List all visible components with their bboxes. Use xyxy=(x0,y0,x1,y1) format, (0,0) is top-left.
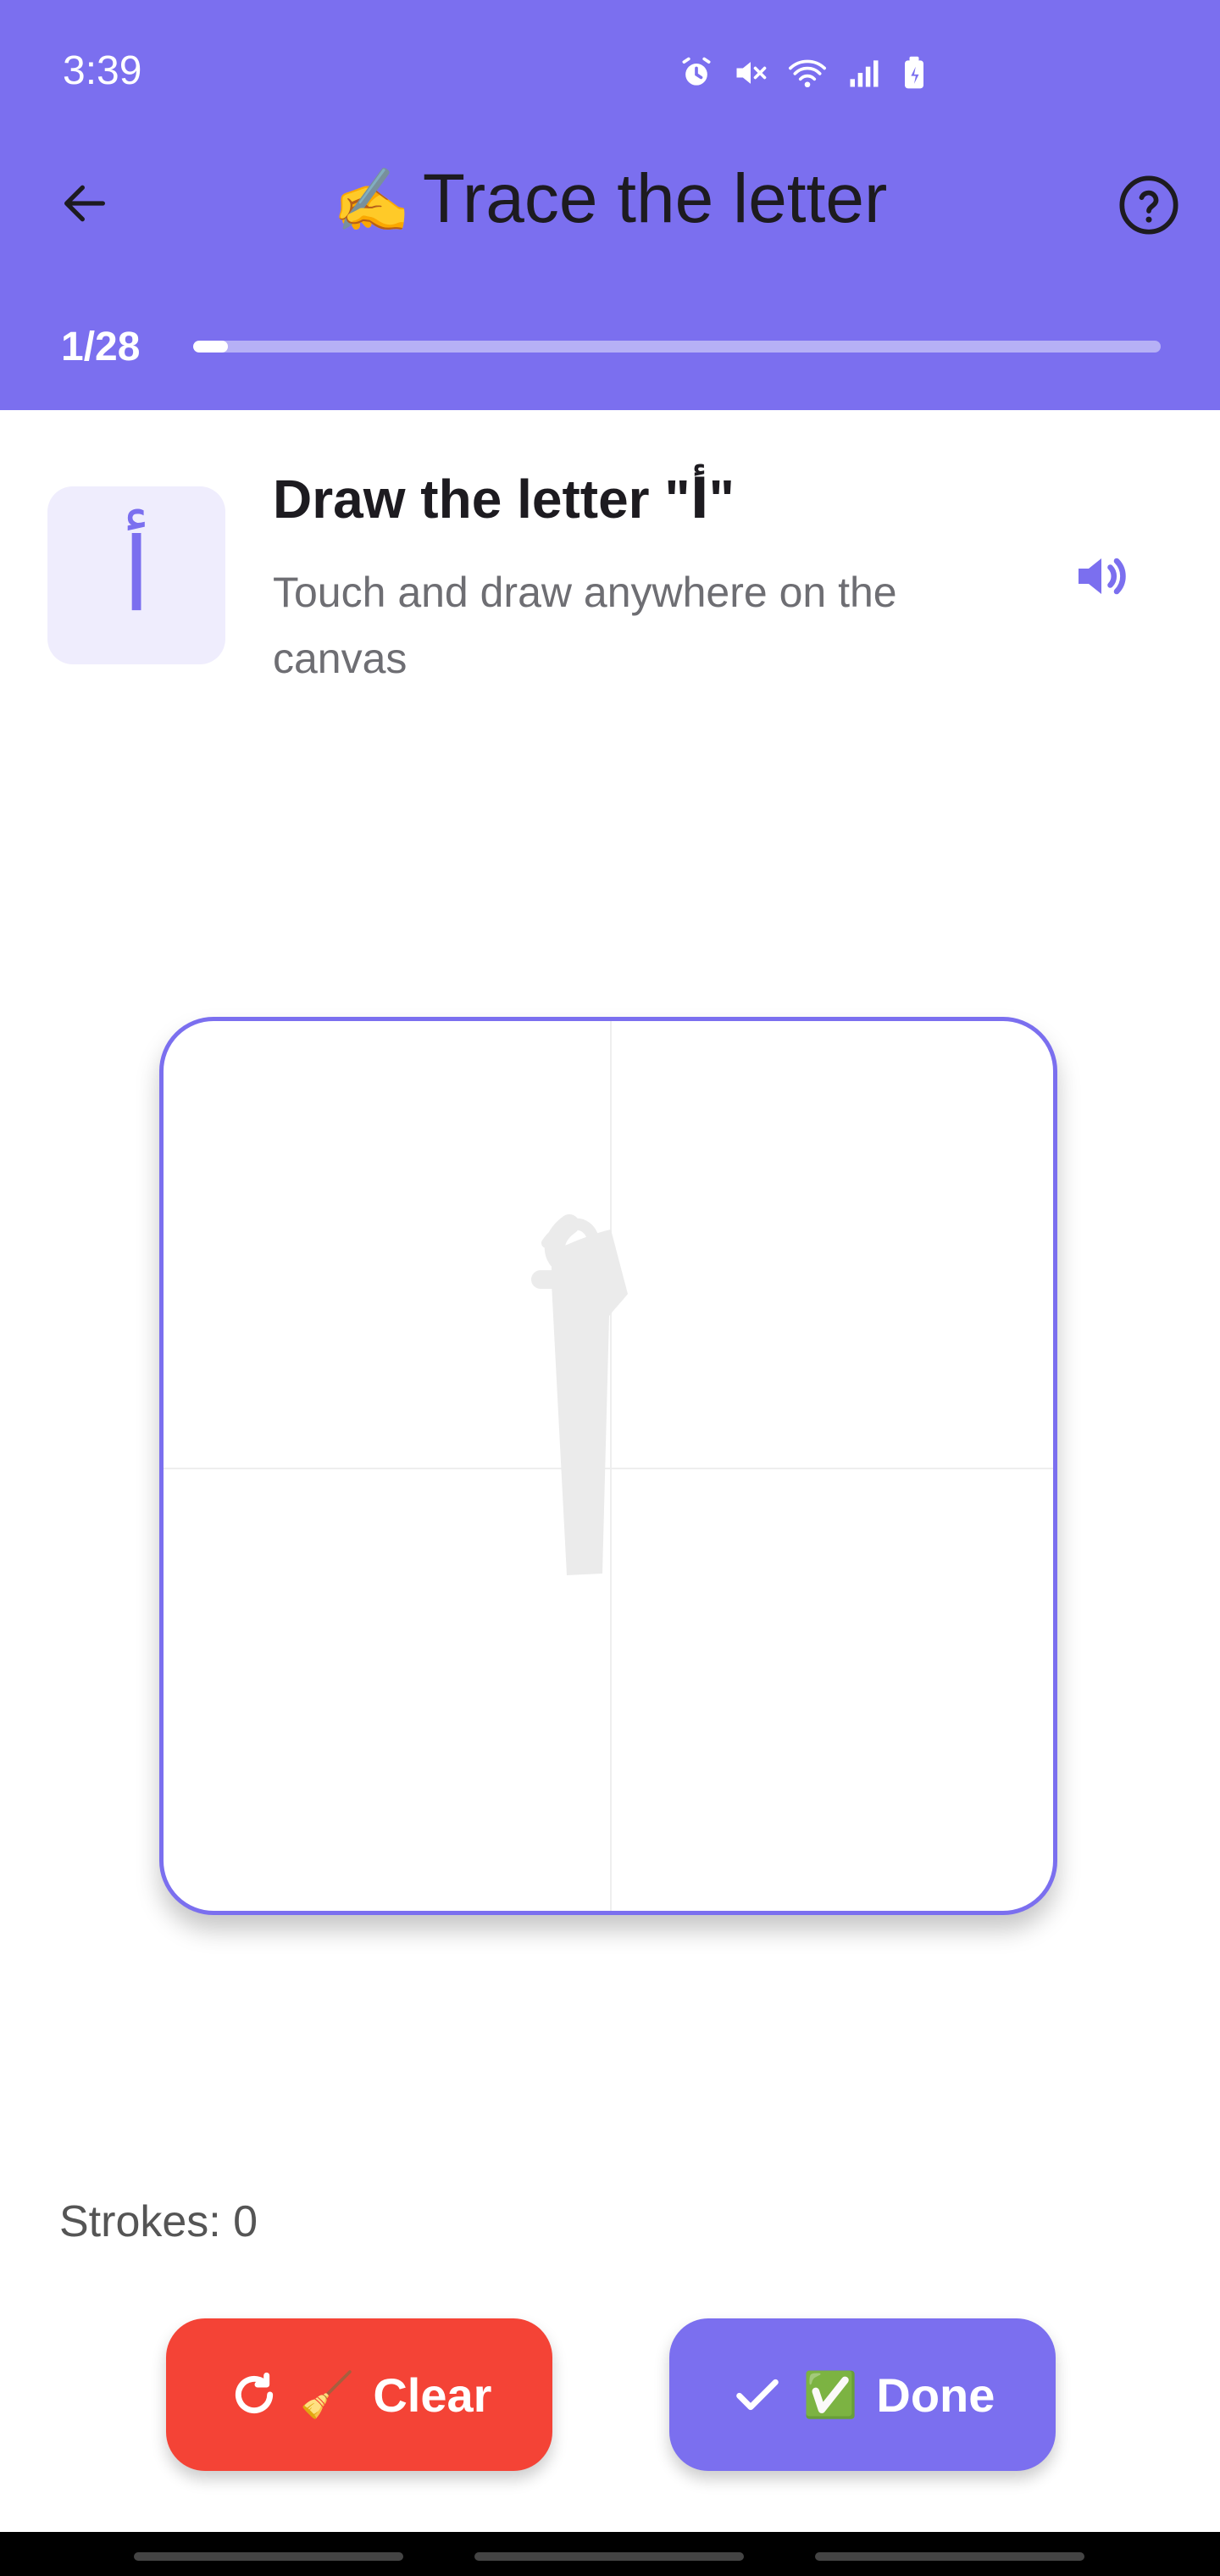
clear-button[interactable]: 🧹 Clear xyxy=(166,2318,552,2471)
status-time: 3:39 xyxy=(63,48,142,93)
page-title-text: Trace the letter xyxy=(422,160,888,237)
speaker-button[interactable] xyxy=(1068,542,1135,610)
battery-icon xyxy=(900,54,929,92)
progress-label: 1/28 xyxy=(61,325,141,369)
broom-icon: 🧹 xyxy=(299,2370,355,2420)
mute-icon xyxy=(732,54,769,92)
signal-icon xyxy=(846,54,883,92)
progress-bar-fill xyxy=(193,341,228,353)
writing-hand-icon: ✍️ xyxy=(332,165,411,236)
stroke-counter: Strokes: 0 xyxy=(59,2197,258,2246)
guide-letter-icon xyxy=(531,1214,628,1575)
alarm-icon xyxy=(678,54,715,92)
status-icons xyxy=(678,53,929,93)
nav-handle-right[interactable] xyxy=(815,2552,1084,2561)
help-circle-icon xyxy=(1119,175,1178,235)
system-nav-bar xyxy=(0,2532,1220,2576)
drawing-canvas[interactable] xyxy=(159,1017,1057,1915)
wifi-icon xyxy=(786,54,829,92)
clear-button-label: Clear xyxy=(373,2368,492,2422)
letter-tile: أ xyxy=(47,486,225,664)
help-button[interactable] xyxy=(1112,168,1186,242)
nav-handle-center[interactable] xyxy=(474,2552,744,2561)
refresh-icon xyxy=(235,2372,273,2414)
instruction-subtitle: Touch and draw anywhere on the canvas xyxy=(273,569,897,682)
instruction-title: Draw the letter "أ" xyxy=(273,469,735,530)
done-button[interactable]: ✅ Done xyxy=(669,2318,1056,2471)
check-mark-button-icon: ✅ xyxy=(802,2370,858,2420)
check-icon xyxy=(735,2379,779,2411)
speaker-icon xyxy=(1079,558,1126,595)
nav-handle-left[interactable] xyxy=(134,2552,403,2561)
page-title: ✍️ Trace the letter xyxy=(0,159,1220,239)
progress-bar xyxy=(193,341,1161,353)
app-header: 3:39 ✍️ Trace the letter 1/28 xyxy=(0,0,1220,410)
done-button-label: Done xyxy=(876,2368,995,2422)
